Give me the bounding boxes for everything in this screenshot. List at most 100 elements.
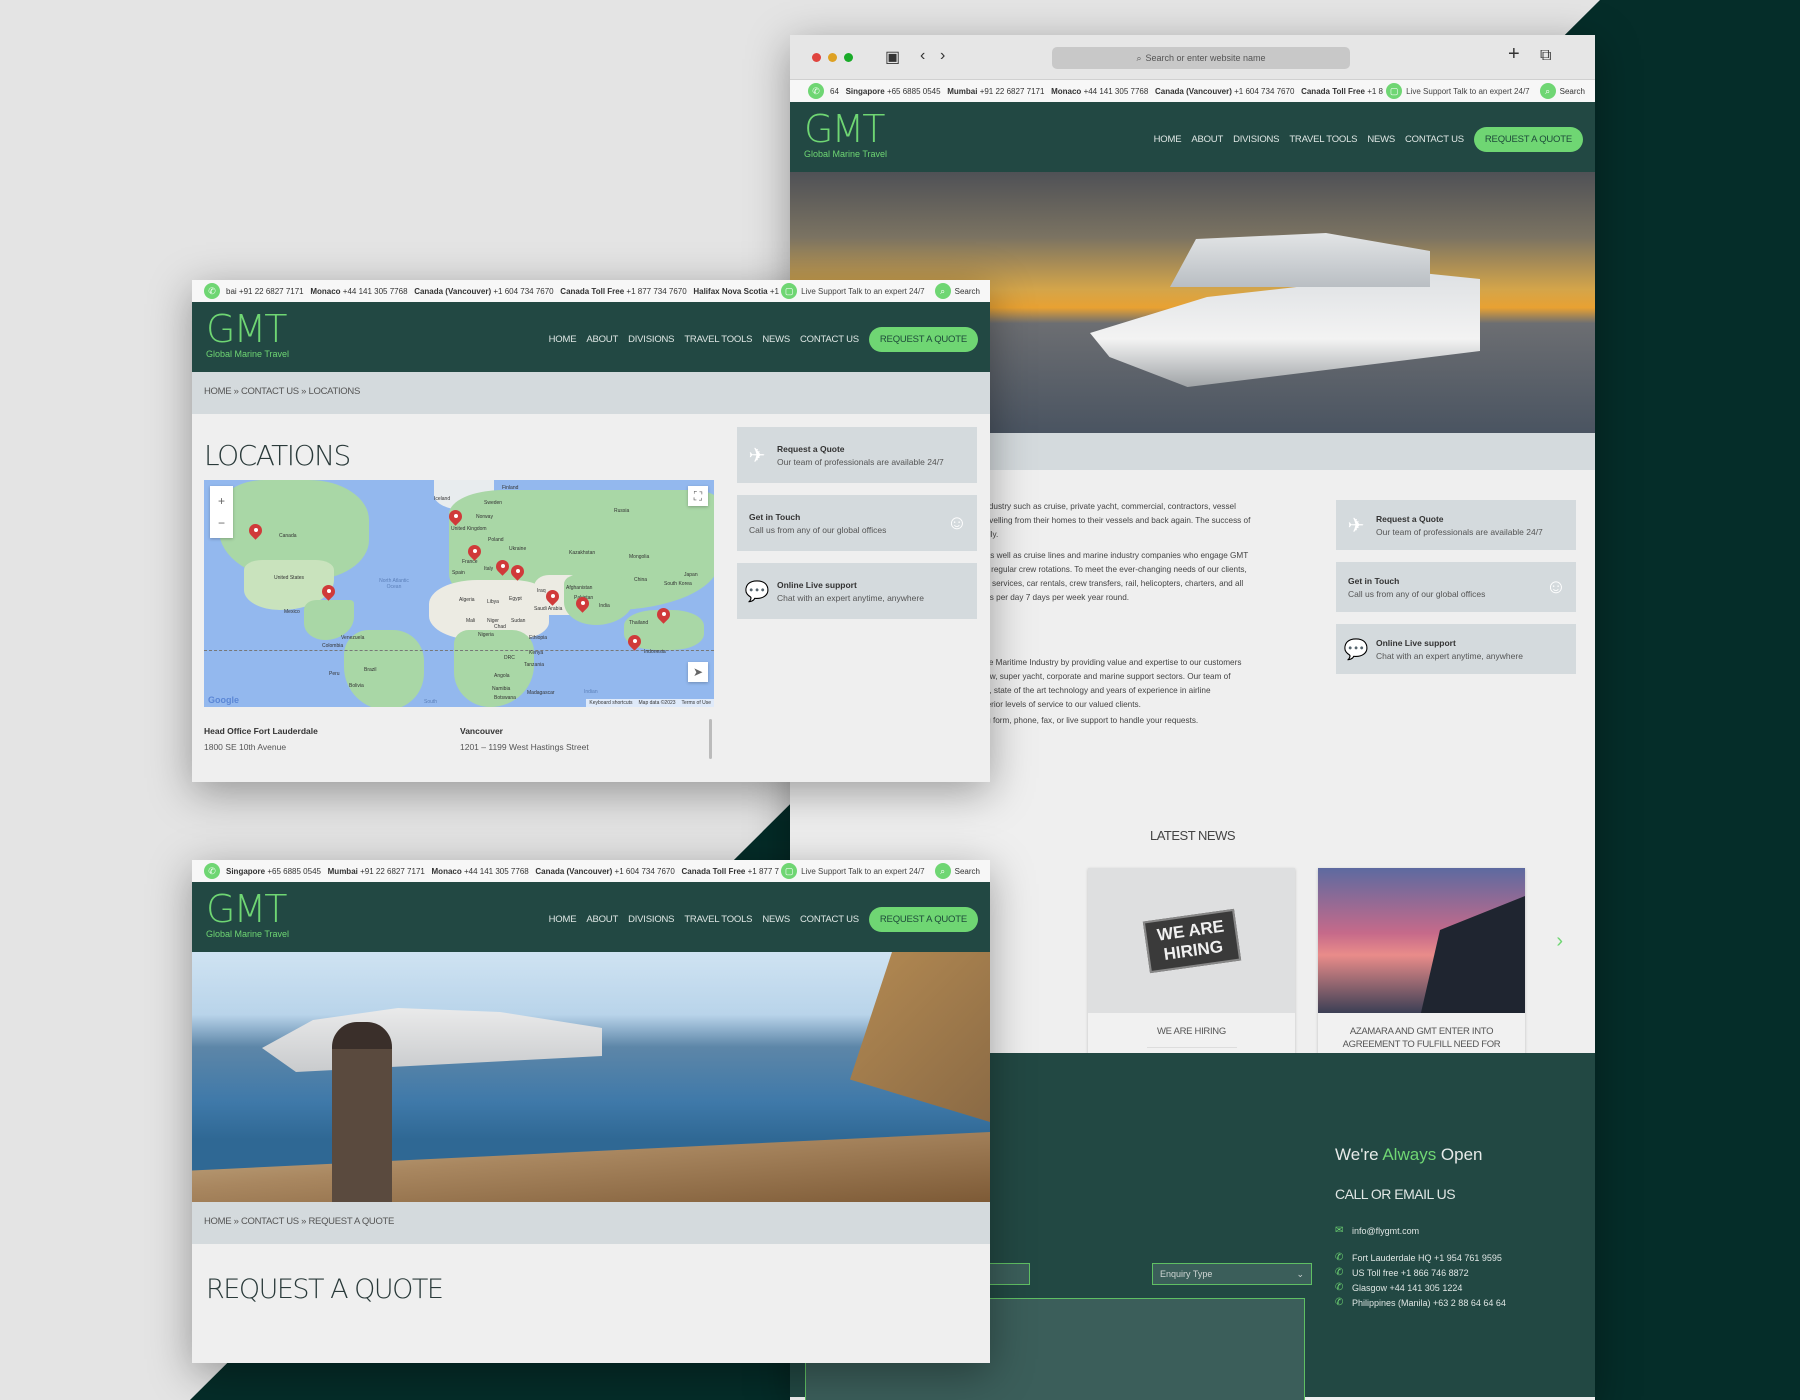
my-location-button[interactable]: ➤	[688, 662, 708, 682]
new-tab-icon[interactable]: +	[1508, 43, 1520, 66]
nav-travel-tools[interactable]: TRAVEL TOOLS	[684, 914, 752, 925]
breadcrumb[interactable]: HOME » CONTACT US » REQUEST A QUOTE	[192, 1202, 990, 1244]
back-icon[interactable]: ‹	[920, 47, 925, 65]
ticker-item[interactable]: Halifax Nova Scotia +1	[693, 287, 779, 296]
live-support-link[interactable]: Live Support Talk to an expert 24/7	[801, 287, 925, 296]
map-label: Japan	[684, 572, 698, 578]
sidebar-icon[interactable]: ▣	[885, 47, 900, 67]
search-link[interactable]: Search	[955, 867, 980, 876]
ticker-item[interactable]: 64	[830, 87, 839, 96]
ticker-item[interactable]: Canada Toll Free +1 8	[1301, 87, 1383, 96]
map-pin-manila[interactable]	[657, 608, 670, 626]
map-label: Brazil	[364, 667, 377, 673]
ticker-item[interactable]: Monaco +44 141 305 7768	[432, 867, 529, 876]
ticker-item[interactable]: Mumbai +91 22 6827 7171	[947, 87, 1044, 96]
nav-news[interactable]: NEWS	[762, 914, 790, 925]
nav-travel-tools[interactable]: TRAVEL TOOLS	[1289, 134, 1357, 145]
zoom-in-button[interactable]: +	[218, 494, 225, 508]
office-phone-ticker: Singapore +65 6885 0545 Mumbai +91 22 68…	[226, 867, 781, 876]
ticker-item[interactable]: Canada Toll Free +1 877 734 7670	[560, 287, 686, 296]
ticker-item[interactable]: Singapore +65 6885 0545	[846, 87, 941, 96]
map-label: Tanzania	[524, 662, 545, 668]
gmt-logo[interactable]: GMT Global Marine Travel	[206, 310, 289, 359]
search-link[interactable]: Search	[955, 287, 980, 296]
ticker-item[interactable]: Singapore +65 6885 0545	[226, 867, 321, 876]
map-pin-fort-lauderdale[interactable]	[322, 585, 335, 603]
ticker-item[interactable]: Canada (Vancouver) +1 604 734 7670	[1155, 87, 1294, 96]
nav-divisions[interactable]: DIVISIONS	[1233, 134, 1279, 145]
map-pin-greece[interactable]	[496, 560, 509, 578]
search-icon[interactable]: ⌕	[934, 283, 951, 299]
close-window-button[interactable]	[812, 53, 821, 62]
request-quote-button[interactable]: REQUEST A QUOTE	[868, 327, 978, 352]
live-support-link[interactable]: Live Support Talk to an expert 24/7	[801, 867, 925, 876]
ticker-item[interactable]: Canada (Vancouver) +1 604 734 7670	[535, 867, 674, 876]
nav-contact-us[interactable]: CONTACT US	[800, 334, 859, 345]
nav-contact-us[interactable]: CONTACT US	[1405, 134, 1464, 145]
nav-news[interactable]: NEWS	[1367, 134, 1395, 145]
phone-link[interactable]: US Toll free +1 866 746 8872	[1352, 1268, 1469, 1278]
phone-link[interactable]: Philippines (Manila) +63 2 88 64 64 64	[1352, 1298, 1506, 1308]
map-pin-vancouver[interactable]	[249, 524, 262, 542]
search-icon[interactable]: ⌕	[934, 863, 951, 879]
minimize-window-button[interactable]	[828, 53, 837, 62]
about-paragraph: iduals as well as cruise lines and marin…	[962, 551, 1249, 602]
map-pin-monaco[interactable]	[468, 545, 481, 563]
address-placeholder: Search or enter website name	[1145, 53, 1266, 63]
phone-link[interactable]: Fort Lauderdale HQ +1 954 761 9595	[1352, 1253, 1502, 1263]
phone-link[interactable]: Glasgow +44 141 305 1224	[1352, 1283, 1462, 1293]
breadcrumb[interactable]: HOME » CONTACT US » LOCATIONS	[192, 372, 990, 414]
enquiry-type-select[interactable]: Enquiry Type ⌄	[1152, 1263, 1312, 1285]
tabs-overview-icon[interactable]: ⧉	[1540, 47, 1551, 65]
ticker-item[interactable]: Canada (Vancouver) +1 604 734 7670	[414, 287, 553, 296]
request-quote-card[interactable]: ✈ Request a Quote Our team of professiona…	[737, 427, 977, 483]
search-icon[interactable]: ⌕	[1539, 83, 1556, 99]
nav-divisions[interactable]: DIVISIONS	[628, 914, 674, 925]
forward-icon[interactable]: ›	[940, 47, 945, 65]
offices-map[interactable]: Canada United States Mexico North Atlant…	[204, 480, 714, 707]
map-pin-cyprus[interactable]	[511, 565, 524, 583]
live-support-card[interactable]: 💬 Online Live support Chat with an expert…	[1336, 624, 1576, 674]
nav-divisions[interactable]: DIVISIONS	[628, 334, 674, 345]
zoom-out-button[interactable]: −	[218, 516, 225, 530]
ticker-item[interactable]: Canada Toll Free +1 877 7	[682, 867, 779, 876]
gmt-logo[interactable]: GMT Global Marine Travel	[206, 890, 289, 939]
request-quote-button[interactable]: REQUEST A QUOTE	[868, 907, 978, 932]
carousel-next-icon[interactable]: ›	[1556, 930, 1563, 953]
map-pin-mumbai[interactable]	[576, 597, 589, 615]
get-in-touch-card[interactable]: Get in Touch Call us from any of our glob…	[1336, 562, 1576, 612]
map-pin-united-kingdom[interactable]	[449, 510, 462, 528]
request-quote-card[interactable]: ✈ Request a Quote Our team of professiona…	[1336, 500, 1576, 550]
nav-about[interactable]: ABOUT	[1191, 134, 1223, 145]
map-label: China	[634, 577, 648, 583]
nav-home[interactable]: HOME	[549, 334, 577, 345]
request-quote-button[interactable]: REQUEST A QUOTE	[1473, 127, 1583, 152]
maximize-window-button[interactable]	[844, 53, 853, 62]
ticker-item[interactable]: bai +91 22 6827 7171	[226, 287, 304, 296]
nav-contact-us[interactable]: CONTACT US	[800, 914, 859, 925]
terms-link[interactable]: Terms of Use	[682, 700, 711, 706]
search-link[interactable]: Search	[1560, 87, 1585, 96]
address-list-scrollbar[interactable]	[709, 719, 712, 759]
map-pin-dubai[interactable]	[546, 590, 559, 608]
nav-home[interactable]: HOME	[549, 914, 577, 925]
live-support-link[interactable]: Live Support Talk to an expert 24/7	[1406, 87, 1530, 96]
nav-about[interactable]: ABOUT	[586, 334, 618, 345]
map-pin-singapore[interactable]	[628, 635, 641, 653]
fullscreen-button[interactable]: ⛶	[688, 486, 708, 506]
news-heading: LATEST NEWS	[1149, 828, 1236, 843]
nav-home[interactable]: HOME	[1154, 134, 1182, 145]
gmt-logo[interactable]: GMT Global Marine Travel	[804, 110, 887, 159]
nav-about[interactable]: ABOUT	[586, 914, 618, 925]
address-bar[interactable]: ⌕ Search or enter website name	[1052, 47, 1350, 69]
ticker-item[interactable]: Mumbai +91 22 6827 7171	[328, 867, 425, 876]
get-in-touch-card[interactable]: Get in Touch Call us from any of our glob…	[737, 495, 977, 551]
ticker-item[interactable]: Monaco +44 141 305 7768	[1051, 87, 1148, 96]
airplane-icon: ✈	[748, 444, 766, 467]
ticker-item[interactable]: Monaco +44 141 305 7768	[310, 287, 407, 296]
live-support-card[interactable]: 💬 Online Live support Chat with an expert…	[737, 563, 977, 619]
keyboard-shortcuts-link[interactable]: Keyboard shortcuts	[589, 700, 632, 706]
email-link[interactable]: info@flygmt.com	[1352, 1226, 1419, 1236]
nav-news[interactable]: NEWS	[762, 334, 790, 345]
nav-travel-tools[interactable]: TRAVEL TOOLS	[684, 334, 752, 345]
